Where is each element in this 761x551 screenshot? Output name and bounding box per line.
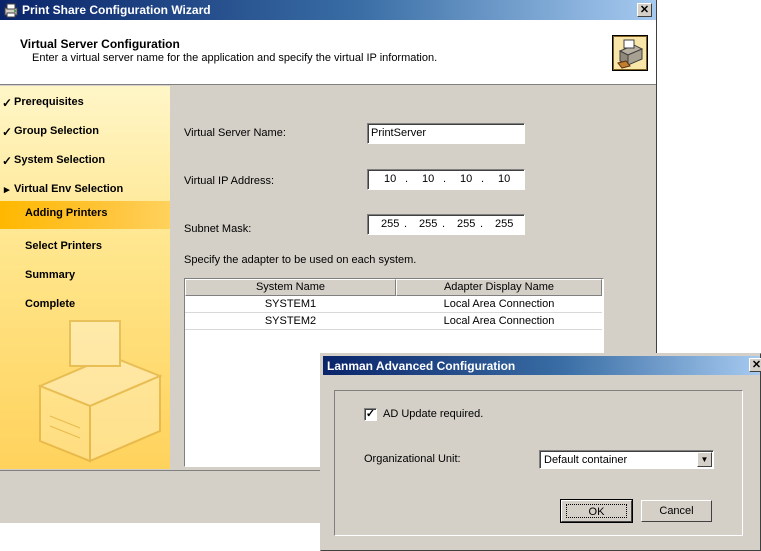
sidebar-item-label: Group Selection (14, 125, 99, 137)
ip-dot: . (443, 173, 447, 185)
printer-icon (612, 35, 648, 71)
server-name-input[interactable]: PrintServer (367, 123, 525, 144)
adapter-instruction: Specify the adapter to be used on each s… (184, 254, 417, 266)
subnet-mask-input[interactable]: 255 . 255 . 255 . 255 (367, 214, 525, 235)
wizard-header: Virtual Server Configuration Enter a vir… (0, 20, 656, 85)
sidebar-item-label: Summary (25, 269, 76, 281)
sidebar-item-group-selection: ✓ Group Selection (0, 121, 170, 147)
cell-adapter-name[interactable]: Local Area Connection (396, 296, 602, 313)
ip-dot: . (442, 218, 446, 230)
page-subtitle: Enter a virtual server name for the appl… (32, 52, 438, 64)
cell-adapter-name[interactable]: Local Area Connection (396, 313, 602, 330)
mask-octet: 255 (495, 218, 514, 230)
sidebar-item-label: Adding Printers (25, 207, 108, 219)
cell-system-name: SYSTEM2 (185, 313, 396, 330)
mask-octet: 255 (457, 218, 476, 230)
server-name-value: PrintServer (371, 127, 427, 139)
sidebar-item-label: Complete (25, 298, 76, 310)
sidebar-item-label: Select Printers (25, 240, 103, 252)
mask-octet: 255 (381, 218, 400, 230)
organizational-unit-value: Default container (544, 454, 628, 466)
wizard-app-icon (4, 3, 18, 18)
sidebar-item-label: System Selection (14, 154, 106, 166)
cancel-button[interactable]: Cancel (641, 500, 712, 522)
printer-watermark-icon (37, 320, 163, 463)
wizard-titlebar[interactable]: Print Share Configuration Wizard ✕ (0, 0, 656, 20)
dialog-titlebar[interactable]: Lanman Advanced Configuration ✕ (323, 356, 761, 375)
server-name-label: Virtual Server Name: (184, 127, 286, 139)
close-icon: ✕ (751, 359, 761, 371)
mask-octet: 255 (419, 218, 438, 230)
organizational-unit-select[interactable]: Default container ▼ (539, 450, 714, 469)
chevron-down-icon: ▼ (700, 455, 709, 464)
ad-update-checkbox[interactable]: ✓ (364, 408, 377, 421)
sidebar-item-select-printers: Select Printers (0, 236, 170, 262)
column-header-adapter-name[interactable]: Adapter Display Name (396, 279, 602, 296)
ok-button-label: OK (566, 504, 627, 518)
checkmark-icon: ✓ (2, 96, 13, 110)
dropdown-button[interactable]: ▼ (697, 452, 712, 467)
ip-octet: 10 (422, 173, 435, 185)
checkmark-icon: ✓ (365, 408, 376, 420)
lanman-dialog: Lanman Advanced Configuration ✕ ✓ AD Upd… (320, 353, 761, 551)
sidebar-item-adding-printers: Adding Printers (0, 201, 170, 229)
dialog-close-button[interactable]: ✕ (749, 358, 761, 372)
ip-dot: . (405, 173, 409, 185)
sidebar-item-prerequisites: ✓ Prerequisites (0, 92, 170, 118)
wizard-step-sidebar: ✓ Prerequisites ✓ Group Selection ✓ Syst… (0, 86, 170, 469)
wizard-close-button[interactable]: ✕ (637, 3, 652, 17)
ad-update-label[interactable]: AD Update required. (383, 408, 483, 420)
page-title: Virtual Server Configuration (20, 37, 180, 51)
sidebar-item-system-selection: ✓ System Selection (0, 150, 170, 176)
wizard-title: Print Share Configuration Wizard (22, 3, 211, 17)
sidebar-item-summary: Summary (0, 265, 170, 291)
ip-dot: . (404, 218, 408, 230)
ip-octet: 10 (384, 173, 397, 185)
sidebar-item-label: Virtual Env Selection (14, 183, 124, 195)
checkmark-icon: ✓ (2, 125, 13, 139)
virtual-ip-input[interactable]: 10 . 10 . 10 . 10 (367, 169, 525, 190)
sidebar-item-label: Prerequisites (14, 96, 84, 108)
subnet-mask-label: Subnet Mask: (184, 223, 252, 235)
checkmark-icon: ✓ (2, 154, 13, 168)
ok-button[interactable]: OK (560, 499, 633, 523)
organizational-unit-label: Organizational Unit: (364, 453, 461, 465)
ip-dot: . (481, 173, 485, 185)
column-header-system-name[interactable]: System Name (185, 279, 396, 296)
ip-octet: 10 (498, 173, 511, 185)
close-icon: ✕ (639, 4, 650, 16)
cell-system-name: SYSTEM1 (185, 296, 396, 313)
ip-dot: . (480, 218, 484, 230)
virtual-ip-label: Virtual IP Address: (184, 175, 275, 187)
ip-octet: 10 (460, 173, 473, 185)
dialog-title: Lanman Advanced Configuration (327, 359, 516, 373)
